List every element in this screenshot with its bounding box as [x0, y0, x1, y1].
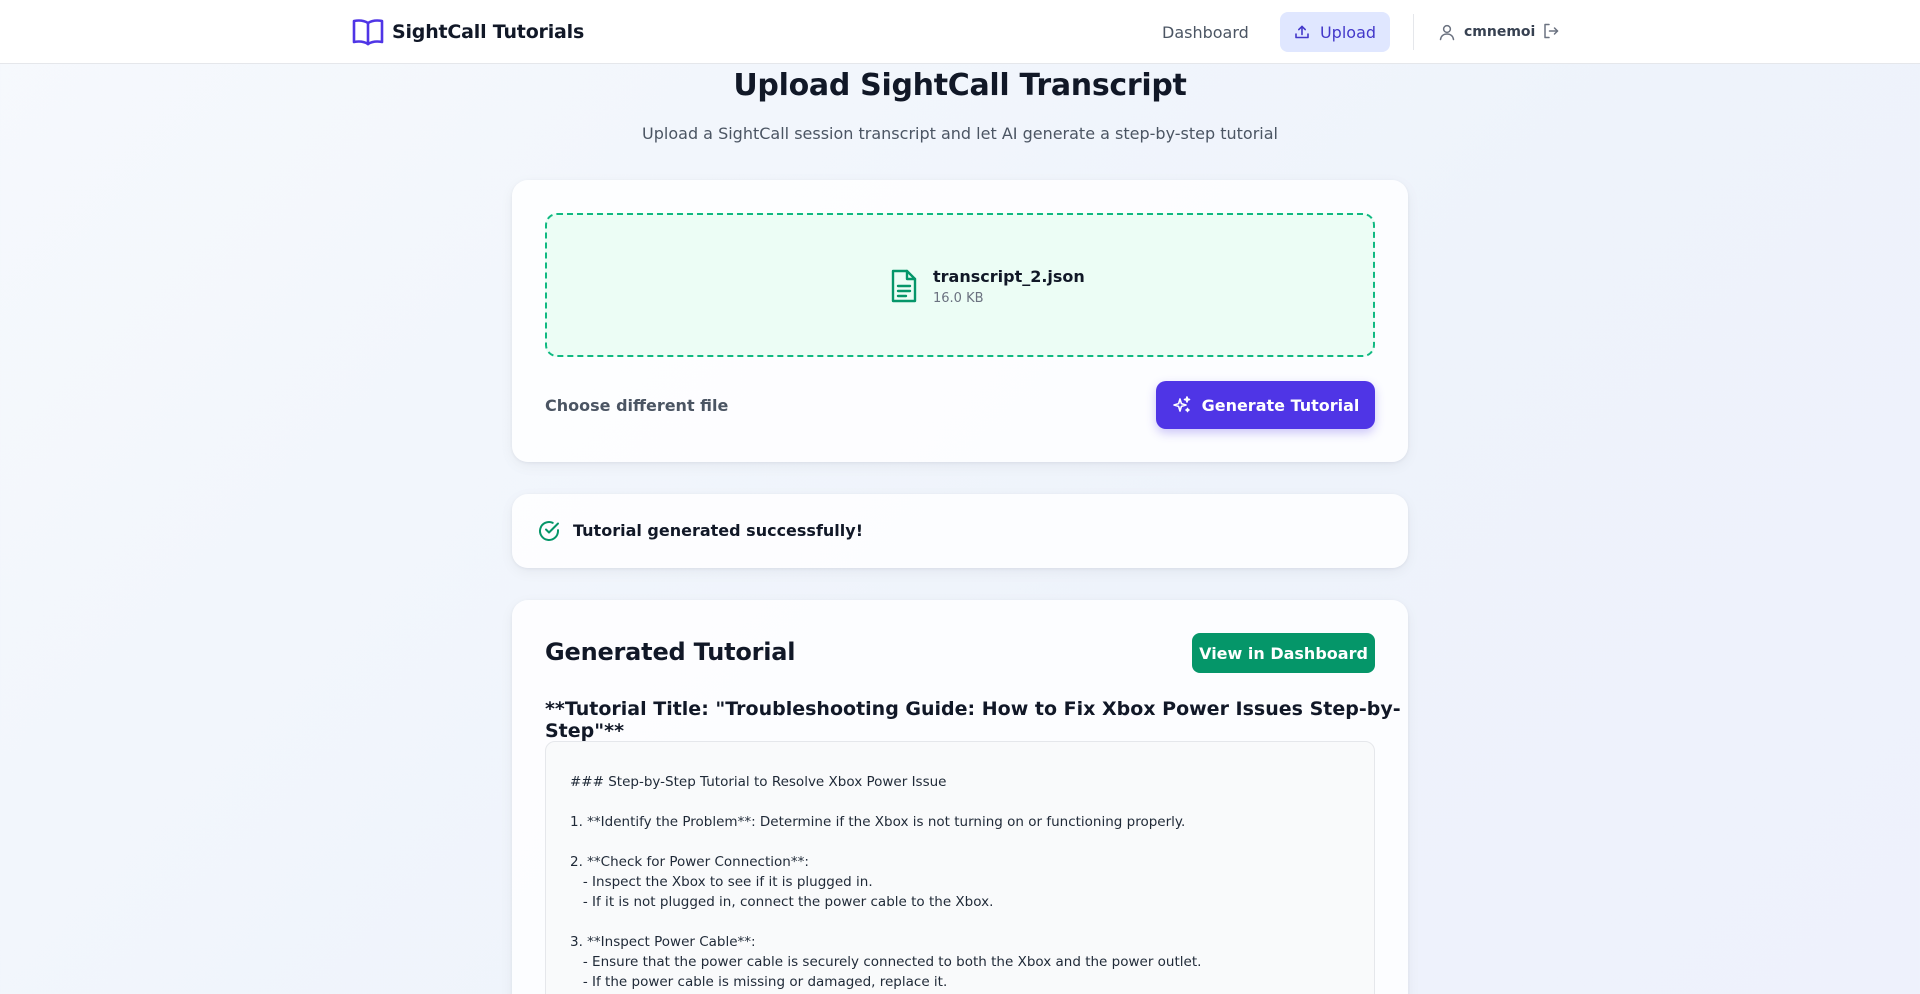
page-title: Upload SightCall Transcript: [733, 68, 1187, 103]
nav-divider: [1413, 14, 1414, 50]
file-dropzone[interactable]: transcript_2.json 16.0 KB: [545, 213, 1375, 357]
username: cmnemoi: [1464, 24, 1536, 40]
upload-icon: [1294, 24, 1310, 40]
nav-upload-link[interactable]: Upload: [1280, 12, 1390, 52]
tutorial-line-spacer: [570, 832, 1350, 852]
tutorial-line: - Ensure that the power cable is securel…: [570, 954, 1202, 970]
file-text-icon: [889, 268, 919, 304]
upload-card: transcript_2.json 16.0 KB Choose differe…: [512, 180, 1408, 462]
tutorial-line: - If it is not plugged in, connect the p…: [570, 894, 994, 910]
nav-upload-label: Upload: [1319, 22, 1377, 42]
tutorial-line-spacer: [570, 912, 1350, 932]
file-size: 16.0 KB: [933, 291, 984, 306]
brand-logo[interactable]: SightCall Tutorials: [352, 18, 584, 46]
sparkles-icon: [1172, 395, 1192, 415]
book-open-icon: [352, 18, 384, 46]
brand-name: SightCall Tutorials: [392, 21, 585, 43]
nav-dashboard-link[interactable]: Dashboard: [1146, 12, 1265, 52]
success-alert: Tutorial generated successfully!: [512, 494, 1408, 568]
generate-tutorial-button[interactable]: Generate Tutorial: [1156, 381, 1375, 429]
tutorial-line: - If the power cable is missing or damag…: [570, 974, 948, 990]
tutorial-line: ### Step-by-Step Tutorial to Resolve Xbo…: [570, 774, 947, 790]
top-navbar: SightCall Tutorials Dashboard Upload cmn…: [0, 0, 1920, 64]
tutorial-content: ### Step-by-Step Tutorial to Resolve Xbo…: [545, 741, 1375, 994]
tutorial-line: 1. **Identify the Problem**: Determine i…: [570, 814, 1186, 830]
tutorial-title: **Tutorial Title: "Troubleshooting Guide…: [545, 698, 1401, 742]
check-circle-icon: [537, 519, 561, 543]
tutorial-line: 2. **Check for Power Connection**:: [570, 854, 809, 870]
generated-tutorial-heading: Generated Tutorial: [545, 638, 796, 666]
page-subtitle: Upload a SightCall session transcript an…: [642, 124, 1278, 143]
generate-tutorial-label: Generate Tutorial: [1201, 395, 1360, 415]
success-message: Tutorial generated successfully!: [573, 521, 863, 540]
logout-icon[interactable]: [1542, 22, 1562, 42]
user-icon: [1438, 23, 1456, 41]
tutorial-line-spacer: [570, 792, 1350, 812]
generated-tutorial-card: Generated Tutorial View in Dashboard **T…: [512, 600, 1408, 994]
choose-different-file-button[interactable]: Choose different file: [545, 396, 728, 415]
tutorial-line: - Inspect the Xbox to see if it is plugg…: [570, 874, 873, 890]
file-name: transcript_2.json: [933, 267, 1085, 286]
tutorial-line: 3. **Inspect Power Cable**:: [570, 934, 756, 950]
view-in-dashboard-button[interactable]: View in Dashboard: [1192, 633, 1375, 673]
user-menu[interactable]: cmnemoi: [1438, 20, 1535, 44]
